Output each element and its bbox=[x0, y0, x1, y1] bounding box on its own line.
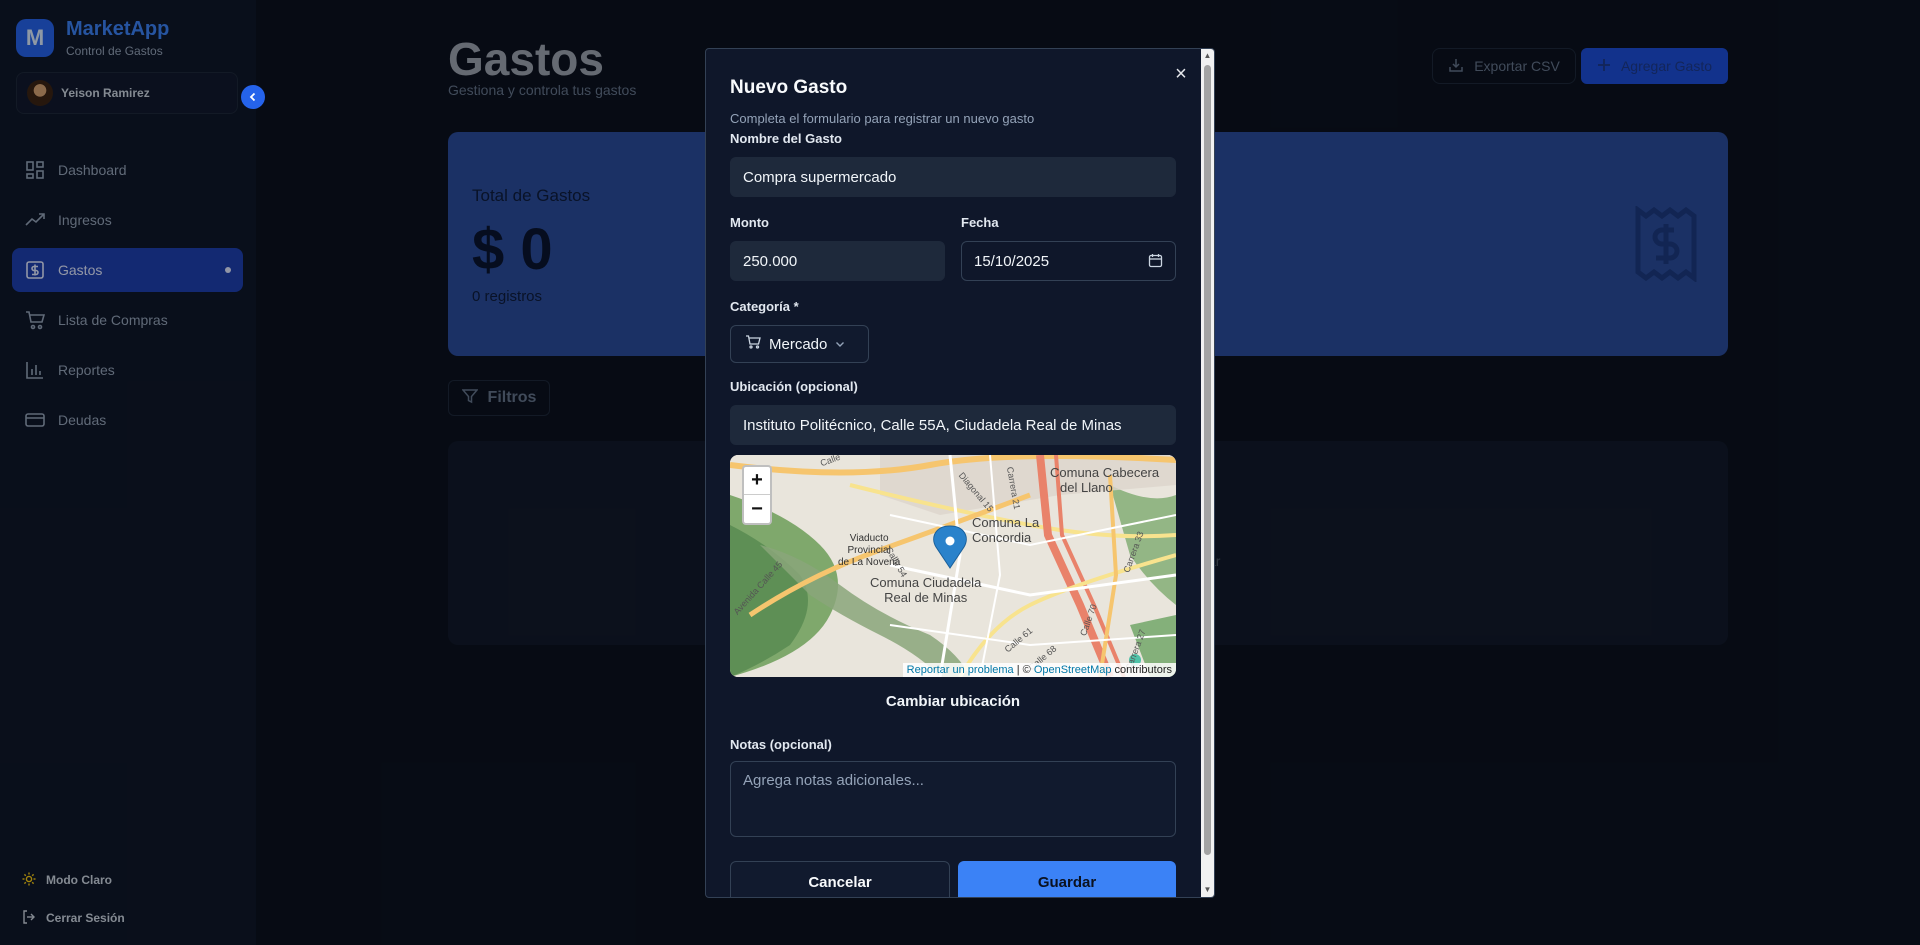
date-label: Fecha bbox=[961, 215, 999, 230]
close-button[interactable]: × bbox=[1168, 61, 1194, 87]
map-label: Comuna La Concordia bbox=[972, 515, 1040, 545]
modal-description: Completa el formulario para registrar un… bbox=[730, 111, 1035, 126]
category-value: Mercado bbox=[769, 335, 828, 353]
scroll-up-icon[interactable]: ▲ bbox=[1203, 51, 1212, 61]
chevron-down-icon bbox=[835, 336, 845, 353]
modal-title: Nuevo Gasto bbox=[730, 77, 848, 98]
shopping-cart-icon bbox=[745, 335, 761, 353]
location-value: Instituto Politécnico, Calle 55A, Ciudad… bbox=[743, 416, 1122, 434]
expense-name-label: Nombre del Gasto bbox=[730, 131, 842, 146]
save-button[interactable]: Guardar bbox=[958, 861, 1176, 897]
map-attribution: Reportar un problema | © OpenStreetMap c… bbox=[902, 663, 1176, 677]
cancel-button[interactable]: Cancelar bbox=[730, 861, 950, 897]
amount-label: Monto bbox=[730, 215, 769, 230]
expense-name-input[interactable]: Compra supermercado bbox=[730, 157, 1176, 197]
attribution-suffix: contributors bbox=[1111, 664, 1172, 676]
amount-value: 250.000 bbox=[743, 252, 798, 270]
location-label: Ubicación (opcional) bbox=[730, 379, 858, 394]
new-expense-modal: × Nuevo Gasto Completa el formulario par… bbox=[705, 48, 1215, 898]
location-input[interactable]: Instituto Politécnico, Calle 55A, Ciudad… bbox=[730, 405, 1176, 445]
notes-textarea[interactable]: Agrega notas adicionales... bbox=[730, 761, 1176, 837]
expense-name-value: Compra supermercado bbox=[743, 168, 897, 186]
report-problem-link[interactable]: Reportar un problema bbox=[907, 664, 1014, 676]
map-zoom-control: + − bbox=[742, 465, 772, 525]
attribution-separator: | © bbox=[1013, 664, 1034, 676]
scroll-thumb[interactable] bbox=[1204, 65, 1211, 855]
category-label: Categoría * bbox=[730, 299, 799, 314]
amount-input[interactable]: 250.000 bbox=[730, 241, 945, 281]
date-input[interactable]: 15/10/2025 bbox=[961, 241, 1176, 281]
map-label: Comuna Ciudadela Real de Minas bbox=[870, 575, 982, 605]
notes-placeholder: Agrega notas adicionales... bbox=[743, 772, 924, 789]
notes-label: Notas (opcional) bbox=[730, 737, 832, 752]
zoom-in-button[interactable]: + bbox=[744, 467, 770, 495]
map-label: Comuna Cabecera del Llano bbox=[1050, 465, 1160, 495]
category-select[interactable]: Mercado bbox=[730, 325, 869, 363]
location-map[interactable]: Comuna Cabecera del Llano Comuna La Concor… bbox=[730, 455, 1176, 677]
zoom-out-button[interactable]: − bbox=[744, 495, 770, 523]
close-icon: × bbox=[1175, 62, 1187, 85]
modal-scrollbar[interactable]: ▲ ▼ bbox=[1201, 49, 1214, 897]
date-value: 15/10/2025 bbox=[974, 252, 1050, 270]
openstreetmap-link[interactable]: OpenStreetMap bbox=[1034, 664, 1112, 676]
change-location-button[interactable]: Cambiar ubicación bbox=[730, 693, 1176, 710]
chevron-left-icon bbox=[248, 89, 258, 105]
collapse-sidebar-button[interactable] bbox=[241, 85, 265, 109]
scroll-down-icon[interactable]: ▼ bbox=[1203, 885, 1212, 895]
calendar-icon[interactable] bbox=[1148, 253, 1163, 272]
